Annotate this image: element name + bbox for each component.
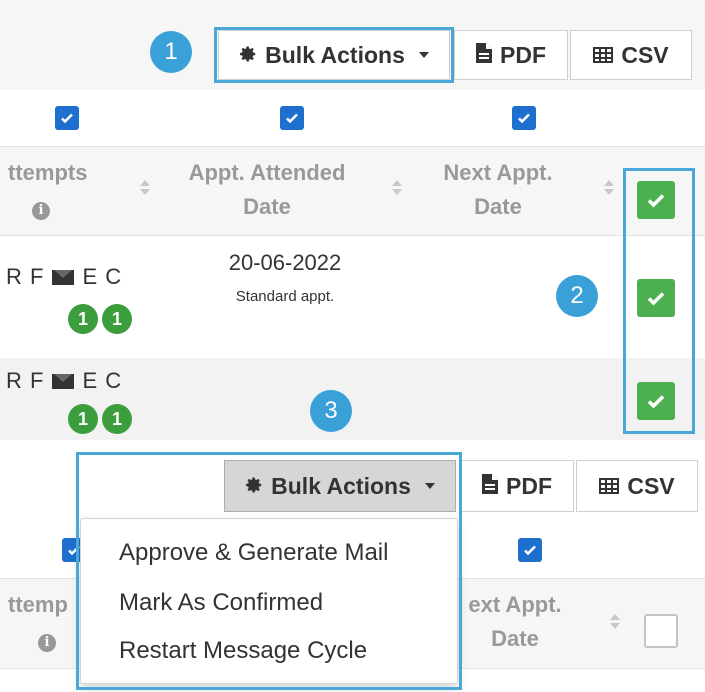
info-icon: i [38,634,56,652]
attempt-count-badge: 1 [68,404,98,434]
column-checkbox-row [0,90,705,146]
column-checkbox-next-appt[interactable] [512,106,536,130]
check-icon [286,113,298,124]
select-all-checkbox[interactable] [644,614,678,648]
table-icon [593,42,614,69]
column-header-next-appt[interactable]: Next Appt. Date [410,156,586,224]
envelope-icon [52,373,75,389]
csv-button[interactable]: CSV [570,30,692,80]
csv-button[interactable]: CSV [576,460,698,512]
sort-icon[interactable] [392,180,402,196]
pdf-button[interactable]: PDF [454,30,568,80]
check-icon [518,113,530,124]
bulk-actions-button[interactable]: Bulk Actions [218,30,450,80]
step-3-badge: 3 [310,390,352,432]
column-header-attempts[interactable]: ttempts i [0,156,110,224]
table-icon [599,473,620,500]
row-checkbox[interactable] [637,382,675,420]
step-1-badge: 1 [150,31,192,73]
bulk-actions-button-open[interactable]: Bulk Actions [224,460,456,512]
menu-item-mark-as-confirmed[interactable]: Mark As Confirmed [119,589,323,617]
check-icon [524,545,536,556]
file-icon [482,473,498,500]
column-header-appt-attended[interactable]: Appt. Attended Date [160,156,374,224]
menu-item-restart-message-cycle[interactable]: Restart Message Cycle [119,637,367,665]
caret-down-icon [418,52,429,58]
column-header-next-appt[interactable]: ext Appt. Date [440,588,590,656]
file-icon [476,42,492,69]
column-checkbox-next-appt[interactable] [518,538,542,562]
gear-icon [239,42,257,69]
caret-down-icon [424,483,435,489]
menu-item-approve-generate-mail[interactable]: Approve & Generate Mail [119,539,388,567]
attempt-count-badge: 1 [102,304,132,334]
attempt-count-badge: 1 [68,304,98,334]
bulk-actions-menu: Approve & Generate Mail Mark As Confirme… [80,518,458,684]
select-all-checkbox[interactable] [637,181,675,219]
pdf-label: PDF [506,472,552,499]
step-2-badge: 2 [556,275,598,317]
bulk-actions-label: Bulk Actions [271,472,411,499]
pdf-button[interactable]: PDF [460,460,574,512]
csv-label: CSV [621,41,669,68]
bulk-actions-label: Bulk Actions [265,41,405,68]
attempt-channels: R F E C [6,264,123,289]
check-icon [647,395,665,409]
attempt-count-badge: 1 [102,404,132,434]
column-checkbox-attended[interactable] [280,106,304,130]
attempt-channels: R F E C [6,368,123,393]
pdf-label: PDF [500,41,546,68]
sort-icon[interactable] [604,180,614,196]
appt-type: Standard appt. [235,288,335,305]
envelope-icon [52,269,75,285]
check-icon [647,194,665,208]
sort-icon[interactable] [140,180,150,196]
info-icon: i [32,202,50,220]
csv-label: CSV [627,472,675,499]
sort-icon[interactable] [610,614,620,630]
check-icon [61,113,73,124]
attended-date: 20-06-2022 [228,250,342,275]
row-checkbox[interactable] [637,279,675,317]
check-icon [647,292,665,306]
gear-icon [245,473,263,500]
column-checkbox-attempts[interactable] [55,106,79,130]
